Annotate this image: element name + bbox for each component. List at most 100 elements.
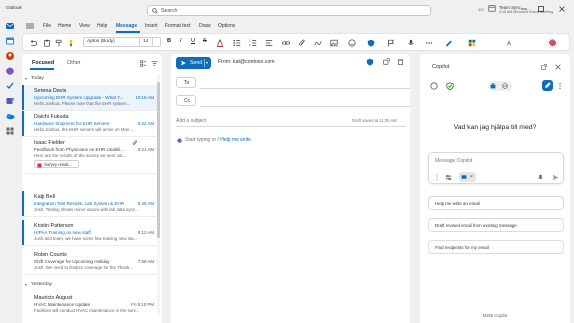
suggestion-draft-revised[interactable]: Draft revised email from existing messag…	[428, 218, 564, 232]
settings-sliders-icon[interactable]	[445, 174, 452, 181]
todo-icon[interactable]	[5, 81, 15, 91]
to-field[interactable]	[200, 88, 410, 89]
group-header-yesterday[interactable]: Yesterday	[31, 282, 52, 287]
teams-icon[interactable]	[5, 96, 15, 106]
font-color-icon[interactable]	[216, 39, 224, 47]
copilot-app-icon[interactable]	[5, 66, 15, 76]
calendar-icon[interactable]	[488, 4, 496, 12]
flag-icon[interactable]	[387, 39, 395, 47]
format-painter-icon[interactable]	[55, 39, 63, 47]
copilot-ribbon-icon[interactable]	[547, 37, 558, 48]
people-icon[interactable]	[5, 51, 15, 61]
mode-toggle[interactable]	[488, 81, 512, 91]
sensitivity-icon[interactable]	[367, 39, 375, 47]
context-chip[interactable]: ×	[459, 172, 476, 182]
numbering-icon[interactable]: 12	[249, 39, 257, 47]
mail-item[interactable]: Daichi Fukuda Hardware Shipment for EHR …	[22, 111, 158, 137]
calendar-app-icon[interactable]	[5, 36, 15, 46]
editor-icon[interactable]	[445, 39, 453, 47]
select-mode-icon[interactable]	[140, 60, 147, 67]
new-chat-button[interactable]	[542, 80, 553, 91]
onedrive-icon[interactable]	[5, 111, 15, 121]
close-icon[interactable]	[557, 4, 567, 14]
remove-context-icon[interactable]: ×	[470, 174, 473, 180]
bold-icon[interactable]: B	[167, 38, 171, 44]
copilot-draft-icon[interactable]	[176, 137, 183, 144]
font-size-select[interactable]: 14	[139, 37, 161, 47]
filter-icon[interactable]	[151, 60, 158, 67]
more-options-icon[interactable]	[425, 39, 433, 47]
strikethrough-icon[interactable]: S	[203, 38, 207, 44]
menu-home[interactable]: Home	[58, 23, 71, 29]
mail-item[interactable]: Serena Davis Upcoming EHR System Upgrade…	[22, 85, 158, 111]
attach-icon[interactable]	[298, 39, 306, 47]
menu-file[interactable]: File	[43, 23, 51, 29]
popout-icon[interactable]	[541, 64, 547, 70]
mail-item[interactable]: Katji Bell Integration Test Results: Lab…	[22, 191, 158, 217]
send-options-chevron-icon[interactable]: ▾	[206, 60, 208, 65]
dictate-icon[interactable]	[407, 39, 415, 47]
more-apps-icon[interactable]	[5, 126, 15, 136]
close-pane-icon[interactable]	[555, 64, 561, 70]
menu-options[interactable]: Options	[218, 23, 235, 29]
mail-item[interactable]: Isaac Fielder Feedback from Physicians o…	[22, 137, 158, 174]
align-icon[interactable]	[265, 39, 273, 47]
bullets-icon[interactable]	[233, 39, 241, 47]
suggestion-help-write[interactable]: Help me write an email	[428, 196, 564, 210]
clipboard-icon[interactable]	[43, 39, 51, 47]
image-icon[interactable]	[330, 39, 338, 47]
underline-icon[interactable]: U	[191, 38, 195, 44]
copilot-chat-icon[interactable]	[430, 82, 438, 90]
search-input[interactable]: Search	[147, 5, 431, 16]
selection-bar	[22, 85, 24, 110]
menu-view[interactable]: View	[79, 23, 90, 29]
mail-scrollbar-thumb[interactable]	[157, 82, 160, 238]
group-chevron-icon[interactable]: ▾	[25, 282, 27, 287]
translate-icon[interactable]: A	[507, 39, 515, 47]
group-chevron-icon[interactable]: ▾	[25, 76, 27, 81]
menu-help[interactable]: Help	[97, 23, 107, 29]
mail-item[interactable]: Robin Counts Shift Coverage for Upcoming…	[22, 249, 158, 275]
minimize-icon[interactable]	[519, 4, 529, 14]
suggestion-find-recipients[interactable]: Find recipients for my email	[428, 240, 564, 254]
attachment-chip[interactable]: Survey result...	[34, 160, 79, 168]
to-button[interactable]: To	[176, 77, 196, 88]
menu-draw[interactable]: Draw	[199, 23, 211, 29]
apps-icon[interactable]	[468, 39, 476, 47]
menu-insert[interactable]: Insert	[145, 23, 158, 29]
maximize-icon[interactable]	[536, 4, 546, 14]
sensitivity-label-icon[interactable]	[366, 58, 374, 66]
active-tab-indicator	[30, 68, 54, 70]
tab-focused[interactable]: Focused	[32, 60, 54, 66]
cc-button[interactable]: Cc	[176, 95, 196, 106]
mail-item[interactable]: Kristin Patterson HIPAA Training on new …	[22, 220, 158, 246]
shield-icon[interactable]	[446, 82, 454, 90]
italic-icon[interactable]: I	[180, 38, 182, 44]
mail-icon[interactable]	[5, 21, 15, 31]
send-message-icon[interactable]	[552, 174, 559, 181]
from-address[interactable]: From: kat@contoso.com	[218, 59, 275, 65]
signature-icon[interactable]	[314, 39, 322, 47]
subject-input[interactable]: Add a subject	[176, 118, 206, 124]
link-icon[interactable]	[282, 39, 290, 47]
more-options-icon[interactable]	[557, 82, 563, 90]
menu-message[interactable]: Message	[116, 23, 137, 29]
highlight-icon[interactable]	[67, 39, 75, 47]
discard-icon[interactable]	[397, 58, 404, 65]
emoji-icon[interactable]	[348, 39, 356, 47]
help-me-write-link[interactable]: / Help me write	[218, 137, 251, 143]
microphone-icon[interactable]	[537, 174, 544, 181]
mail-item[interactable]: Mauricio August HVAC Maintenance Update …	[22, 292, 158, 318]
copilot-footer: M365 Copilot	[482, 313, 508, 318]
body-editor[interactable]: Start typing or / Help me write	[185, 137, 251, 143]
add-icon[interactable]: ⋮	[434, 174, 440, 181]
hamburger-icon[interactable]	[26, 23, 34, 29]
undo-icon[interactable]	[29, 39, 37, 47]
cc-field[interactable]	[200, 106, 410, 107]
group-header-today[interactable]: Today	[31, 76, 44, 81]
copilot-message-input[interactable]: Message Copilot ⋮ ×	[428, 152, 564, 184]
send-button[interactable]: Send ▾	[176, 57, 211, 69]
popout-icon[interactable]	[383, 58, 390, 65]
tab-other[interactable]: Other	[67, 60, 80, 66]
menu-format-text[interactable]: Format text	[165, 23, 190, 29]
